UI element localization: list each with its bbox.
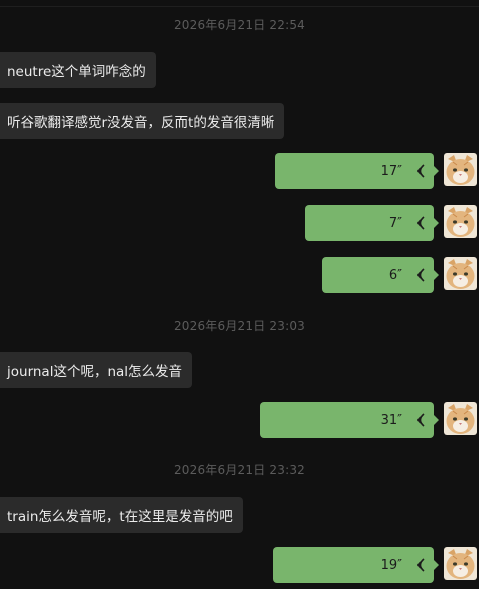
cat-avatar[interactable] <box>444 205 477 238</box>
voice-wave-icon <box>417 216 425 230</box>
voice-message[interactable]: 19″ <box>273 547 439 583</box>
message-text: train怎么发音呢，t在这里是发音的吧 <box>7 509 233 525</box>
incoming-message[interactable]: neutre这个单词咋念的 <box>0 52 156 88</box>
timestamp: 2026年6月21日 22:54 <box>173 18 306 32</box>
voice-wave-icon <box>417 413 425 427</box>
chat-history: 2026年6月21日 22:54 neutre这个单词咋念的 听谷歌翻译感觉r没… <box>0 0 479 589</box>
cat-avatar[interactable] <box>444 402 477 435</box>
cat-avatar[interactable] <box>444 547 477 580</box>
voice-duration: 17″ <box>380 163 402 179</box>
voice-duration: 31″ <box>380 412 402 428</box>
voice-duration: 7″ <box>388 215 402 231</box>
voice-duration: 19″ <box>380 557 402 573</box>
voice-wave-icon <box>417 268 425 282</box>
voice-message[interactable]: 31″ <box>260 402 439 438</box>
top-divider <box>0 6 479 7</box>
message-text: neutre这个单词咋念的 <box>7 64 146 80</box>
voice-wave-icon <box>417 558 425 572</box>
voice-message[interactable]: 6″ <box>322 257 439 293</box>
cat-avatar[interactable] <box>444 153 477 186</box>
voice-message[interactable]: 7″ <box>305 205 439 241</box>
timestamp: 2026年6月21日 23:03 <box>173 319 306 333</box>
cat-avatar[interactable] <box>444 257 477 290</box>
voice-duration: 6″ <box>388 267 402 283</box>
incoming-message[interactable]: 听谷歌翻译感觉r没发音，反而t的发音很清晰 <box>0 103 285 139</box>
voice-message[interactable]: 17″ <box>275 153 439 189</box>
timestamp: 2026年6月21日 23:32 <box>173 463 306 477</box>
incoming-message[interactable]: train怎么发音呢，t在这里是发音的吧 <box>0 497 243 533</box>
incoming-message[interactable]: journal这个呢，nal怎么发音 <box>0 352 193 388</box>
message-text: journal这个呢，nal怎么发音 <box>7 364 183 380</box>
message-text: 听谷歌翻译感觉r没发音，反而t的发音很清晰 <box>7 115 275 131</box>
voice-wave-icon <box>417 164 425 178</box>
